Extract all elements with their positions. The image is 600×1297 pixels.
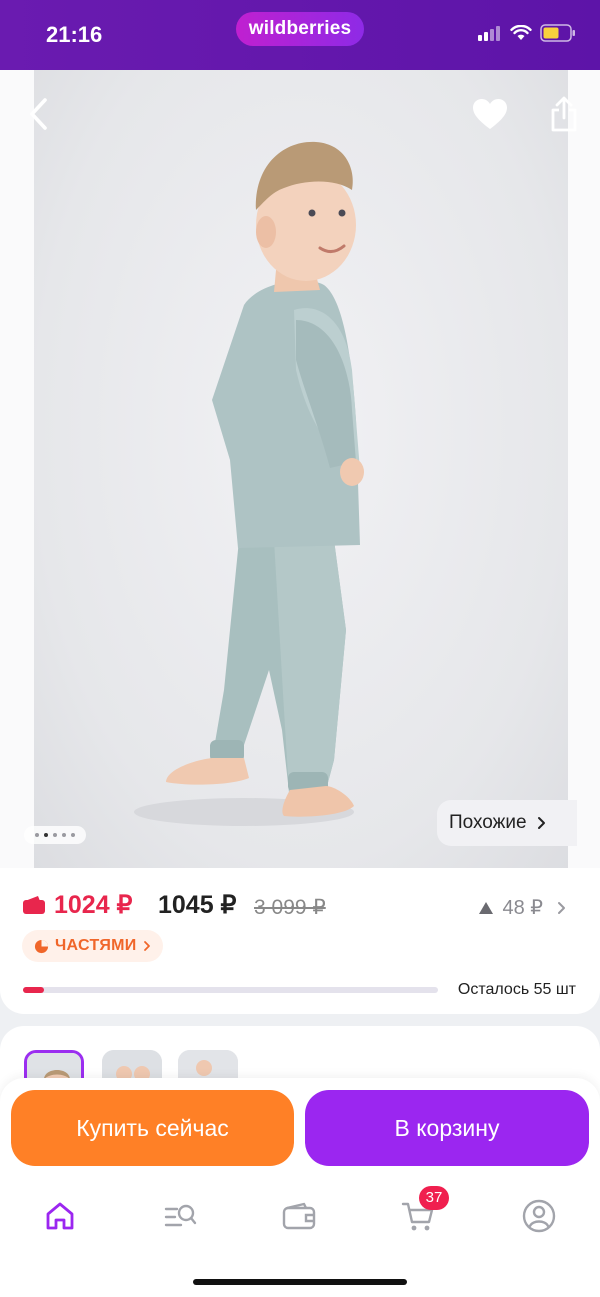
cart-count-badge: 37 <box>419 1186 449 1210</box>
price-section: 1024 ₽ 1045 ₽ 3 099 ₽ 48 ₽ ЧАСТЯМИ Остал… <box>0 868 600 1014</box>
share-icon <box>551 96 577 132</box>
installments-button[interactable]: ЧАСТЯМИ <box>22 930 163 962</box>
brand-logo[interactable]: wildberries <box>236 12 364 46</box>
page-dot-active <box>44 833 48 837</box>
wifi-icon <box>510 25 532 40</box>
gallery-page-indicator <box>24 826 86 844</box>
page-dot <box>35 833 39 837</box>
status-bar: 21:16 wildberries <box>0 0 600 70</box>
chevron-right-icon <box>558 901 565 914</box>
search-catalog-icon <box>164 1204 197 1227</box>
price-delta-value: 48 ₽ <box>502 897 543 919</box>
stock-remaining: Осталось 55 шт <box>457 981 576 998</box>
add-to-cart-button[interactable]: В корзину <box>305 1090 589 1166</box>
share-button[interactable] <box>542 92 586 136</box>
profile-icon <box>522 1199 556 1233</box>
chevron-right-icon <box>143 941 150 951</box>
page-dot <box>53 833 57 837</box>
old-price: 3 099 ₽ <box>254 896 326 919</box>
wallet-icon <box>23 896 45 914</box>
home-indicator <box>193 1279 407 1285</box>
favorite-button[interactable] <box>468 92 512 136</box>
tab-wallet[interactable] <box>279 1196 319 1236</box>
clock: 21:16 <box>46 22 103 47</box>
product-photo[interactable] <box>34 70 568 868</box>
buy-now-button[interactable]: Купить сейчас <box>11 1090 294 1166</box>
home-icon <box>46 1202 74 1230</box>
child-in-tracksuit-illustration <box>134 141 364 826</box>
back-button[interactable] <box>16 92 60 136</box>
current-price: 1045 ₽ <box>158 891 237 919</box>
chevron-left-icon <box>30 98 47 130</box>
stock-progress-fill <box>23 987 44 993</box>
wallet-price[interactable]: 1024 ₽ <box>22 890 132 920</box>
system-icons <box>478 24 576 42</box>
similar-products-button[interactable]: Похожие <box>437 800 577 846</box>
cellular-signal-icon <box>478 26 500 41</box>
product-gallery[interactable]: Похожие <box>0 70 600 870</box>
installments-label: ЧАСТЯМИ <box>55 937 137 954</box>
tab-profile[interactable] <box>519 1196 559 1236</box>
pie-chart-icon <box>34 939 49 953</box>
wallet-icon <box>282 1202 316 1230</box>
heart-icon <box>473 99 507 129</box>
battery-icon <box>540 24 575 42</box>
wallet-price-value: 1024 ₽ <box>54 891 133 919</box>
tab-bar: 37 <box>0 1186 600 1236</box>
page-dot <box>71 833 75 837</box>
price-history-button[interactable]: 48 ₽ <box>478 895 566 920</box>
bottom-action-bar: Купить сейчас В корзину 37 <box>0 1078 600 1297</box>
tab-catalog[interactable] <box>160 1196 200 1236</box>
chevron-right-icon <box>537 817 545 829</box>
similar-label: Похожие <box>449 812 527 833</box>
page-dot <box>62 833 66 837</box>
stock-progress-bar <box>23 987 438 993</box>
tab-home[interactable] <box>40 1196 80 1236</box>
triangle-up-icon <box>479 901 494 914</box>
